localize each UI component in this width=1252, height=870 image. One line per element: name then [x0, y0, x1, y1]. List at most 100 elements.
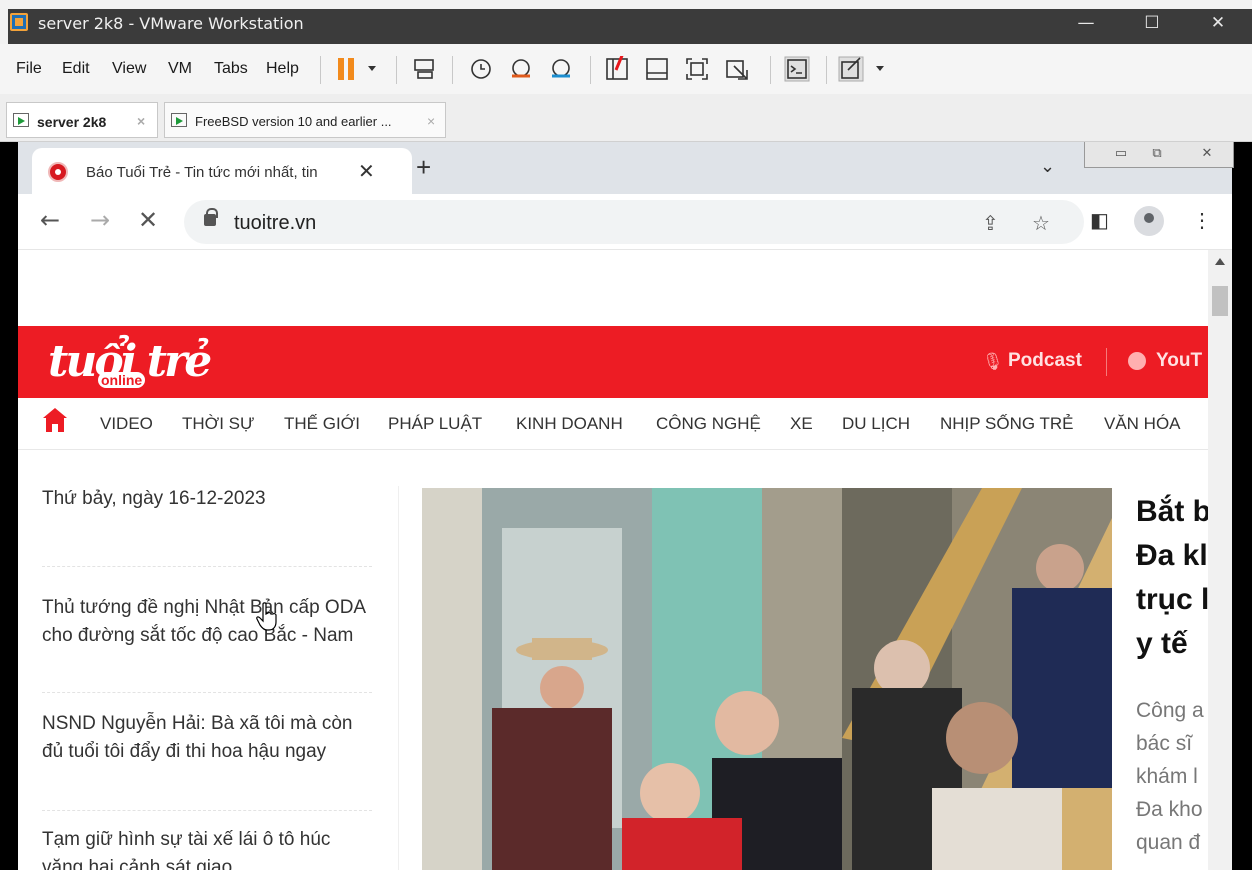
- stretch-guest-icon[interactable]: [838, 56, 888, 82]
- lock-icon[interactable]: [204, 208, 218, 226]
- featured-article-title[interactable]: Bắt b Đa kl trục l y tế: [1136, 490, 1208, 666]
- news-link[interactable]: Tạm giữ hình sự tài xế lái ô tô húc văng…: [42, 826, 372, 870]
- vm-menubar: File Edit View VM Tabs Help: [0, 44, 1252, 94]
- vmware-app-icon: [10, 13, 28, 31]
- nav-cong-nghe[interactable]: CÔNG NGHỆ: [656, 414, 761, 434]
- tuoitre-logo-sub: online: [98, 372, 146, 388]
- toolbar-separator: [320, 56, 321, 84]
- vm-console-border-left: [0, 142, 18, 870]
- nav-xe[interactable]: XE: [790, 414, 813, 434]
- bookmark-star-icon[interactable]: ☆: [1032, 211, 1050, 236]
- menu-tabs[interactable]: Tabs: [214, 60, 248, 78]
- header-divider: [1106, 348, 1107, 376]
- forward-button[interactable]: →: [90, 206, 110, 234]
- hand-cursor-icon: [256, 602, 277, 631]
- menu-view[interactable]: View: [112, 60, 146, 78]
- side-panel-icon[interactable]: ◧: [1090, 208, 1109, 233]
- site-header: tuổi trẻ online 🎙 Podcast YouT: [18, 326, 1208, 398]
- news-link[interactable]: NSND Nguyễn Hải: Bà xã tôi mà còn đủ tuổ…: [42, 710, 372, 766]
- thumbnail-bar-icon[interactable]: [644, 56, 670, 82]
- guest-close-button[interactable]: ✕: [1195, 145, 1219, 163]
- page-scrollbar[interactable]: [1208, 250, 1232, 870]
- close-icon[interactable]: ×: [427, 113, 435, 129]
- console-view-icon[interactable]: [784, 56, 810, 82]
- vm-tab-bar: server 2k8 × FreeBSD version 10 and earl…: [0, 94, 1252, 142]
- featured-photo: [422, 488, 1112, 870]
- divider: [42, 810, 372, 811]
- current-date: Thứ bảy, ngày 16-12-2023: [42, 488, 266, 509]
- featured-article-summary: Công a bác sĩ khám l Đa kho quan đ: [1136, 694, 1208, 859]
- vm-tab-server-2k8[interactable]: server 2k8 ×: [6, 102, 158, 138]
- summary-line: Đa kho: [1136, 798, 1203, 821]
- featured-article-image[interactable]: [422, 488, 1112, 870]
- microphone-icon: 🎙: [982, 352, 1004, 371]
- close-icon[interactable]: ×: [137, 113, 145, 129]
- profile-avatar[interactable]: [1134, 206, 1164, 236]
- summary-line: khám l: [1136, 765, 1198, 788]
- minimize-button[interactable]: —: [1056, 9, 1116, 37]
- menu-file[interactable]: File: [16, 60, 42, 78]
- show-library-icon[interactable]: [604, 56, 630, 82]
- toolbar-separator: [826, 56, 827, 84]
- vm-tab-freebsd[interactable]: FreeBSD version 10 and earlier ... ×: [164, 102, 446, 138]
- nav-the-gioi[interactable]: THẾ GIỚI: [284, 414, 360, 434]
- guest-minimize-button[interactable]: ▭: [1109, 145, 1133, 163]
- browser-menu-icon[interactable]: ⋮: [1192, 208, 1212, 233]
- featured-title-line: Đa kl: [1136, 539, 1208, 572]
- nav-video[interactable]: VIDEO: [100, 414, 153, 434]
- divider: [42, 566, 372, 567]
- news-link[interactable]: Thủ tướng đề nghị Nhật Bản cấp ODA cho đ…: [42, 594, 372, 650]
- youtube-link[interactable]: YouT: [1156, 350, 1202, 372]
- nav-nhip-song-tre[interactable]: NHỊP SỐNG TRẺ: [940, 414, 1074, 434]
- youtube-icon: [1128, 352, 1146, 370]
- pause-icon[interactable]: [334, 56, 382, 82]
- menu-edit[interactable]: Edit: [62, 60, 90, 78]
- close-button[interactable]: ✕: [1188, 9, 1248, 37]
- browser-tab-tuoitre[interactable]: Báo Tuổi Trẻ - Tin tức mới nhất, tin ✕: [32, 148, 412, 194]
- menu-help[interactable]: Help: [266, 60, 299, 78]
- guest-restore-button[interactable]: ⧉: [1145, 145, 1169, 163]
- address-bar-url[interactable]: tuoitre.vn: [234, 212, 316, 235]
- tab-search-icon[interactable]: ⌄: [1040, 156, 1055, 177]
- vm-console-border-right: [1232, 142, 1252, 870]
- divider: [42, 692, 372, 693]
- browser-tab-strip: Báo Tuổi Trẻ - Tin tức mới nhất, tin ✕ +…: [18, 142, 1234, 194]
- nav-van-hoa[interactable]: VĂN HÓA: [1104, 414, 1181, 434]
- vm-tab-label: FreeBSD version 10 and earlier ...: [195, 114, 392, 129]
- featured-title-line: trục l: [1136, 583, 1208, 616]
- nav-kinh-doanh[interactable]: KINH DOANH: [516, 414, 623, 434]
- nav-phap-luat[interactable]: PHÁP LUẬT: [388, 414, 482, 434]
- back-button[interactable]: ←: [40, 206, 60, 234]
- nav-du-lich[interactable]: DU LỊCH: [842, 414, 910, 434]
- vm-running-icon: [171, 113, 187, 127]
- screen: server 2k8 - VMware Workstation — ☐ ✕ Fi…: [0, 0, 1252, 870]
- scroll-thumb[interactable]: [1212, 286, 1228, 316]
- snapshot-manager-icon[interactable]: [548, 56, 574, 82]
- maximize-button[interactable]: ☐: [1122, 9, 1182, 37]
- unity-icon[interactable]: [724, 56, 750, 82]
- menu-vm[interactable]: VM: [168, 60, 192, 78]
- share-icon[interactable]: ⇪: [982, 211, 999, 236]
- revert-snapshot-icon[interactable]: [508, 56, 534, 82]
- vm-running-icon: [13, 113, 29, 127]
- full-screen-icon[interactable]: [684, 56, 710, 82]
- nav-thoi-su[interactable]: THỜI SỰ: [182, 414, 255, 434]
- summary-line: Công a: [1136, 699, 1204, 722]
- send-ctrl-alt-del-icon[interactable]: [412, 56, 438, 82]
- home-icon[interactable]: [43, 408, 67, 432]
- close-icon[interactable]: ✕: [358, 159, 375, 184]
- toolbar-separator: [590, 56, 591, 84]
- summary-line: bác sĩ: [1136, 732, 1193, 755]
- summary-line: quan đ: [1136, 831, 1201, 854]
- tuoitre-favicon-icon: [48, 162, 68, 182]
- podcast-link[interactable]: Podcast: [1008, 350, 1082, 372]
- toolbar-separator: [770, 56, 771, 84]
- vm-window-title: server 2k8 - VMware Workstation: [38, 14, 304, 33]
- site-nav: VIDEO THỜI SỰ THẾ GIỚI PHÁP LUẬT KINH DO…: [18, 398, 1208, 450]
- scroll-up-arrow-icon[interactable]: [1215, 258, 1225, 265]
- snapshot-icon[interactable]: [468, 56, 494, 82]
- new-tab-button[interactable]: +: [416, 152, 431, 183]
- stop-loading-button[interactable]: ✕: [138, 206, 158, 234]
- toolbar-separator: [452, 56, 453, 84]
- address-bar[interactable]: tuoitre.vn ⇪ ☆: [184, 200, 1084, 244]
